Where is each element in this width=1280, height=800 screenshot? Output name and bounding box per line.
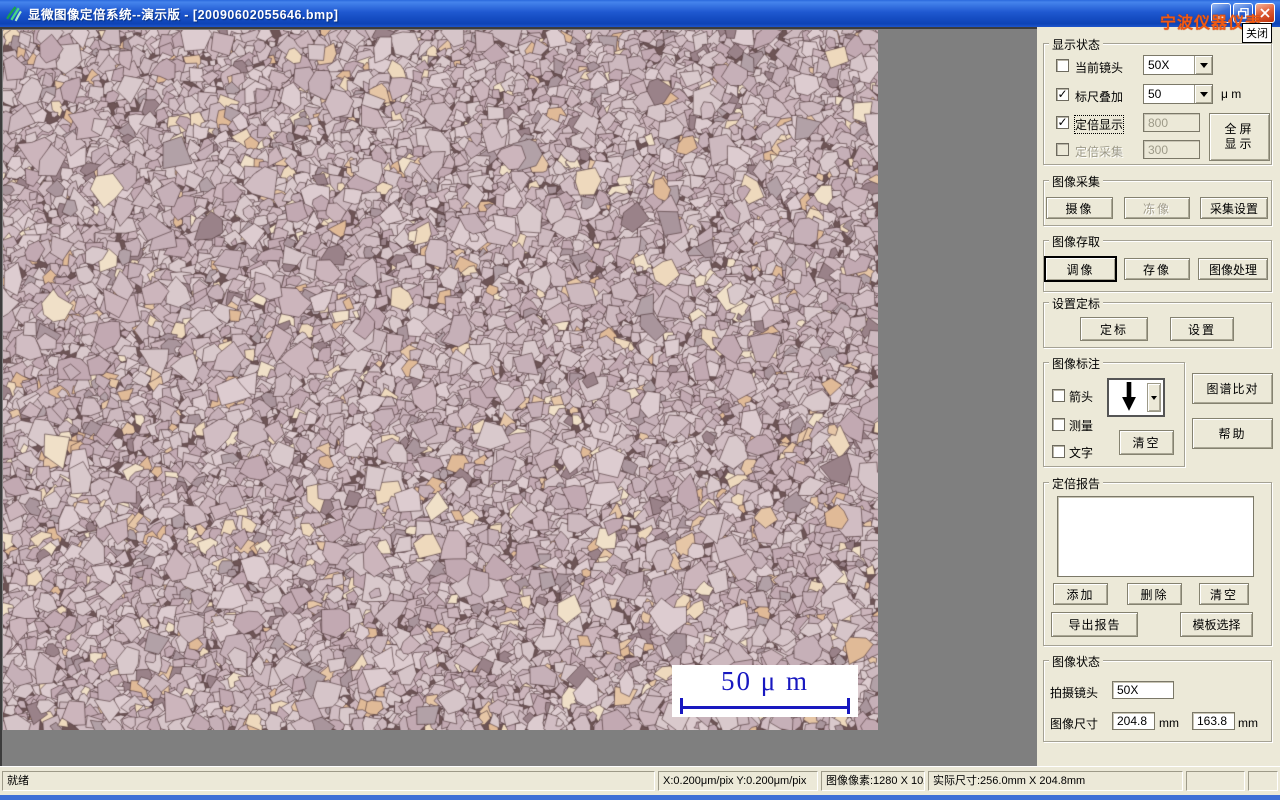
help-button[interactable]: 帮助 [1192,418,1273,449]
scale-bar-label: 50 μ m [672,666,858,697]
status-pixel-scale: X:0.200μm/pix Y:0.200μm/pix [658,771,818,791]
dropdown-arrow-icon [1200,63,1208,72]
status-bar: 就绪 X:0.200μm/pix Y:0.200μm/pix 图像像素:1280… [0,766,1280,796]
lens-used-label: 拍摄镜头 [1050,684,1098,701]
app-window: 显微图像定倍系统--演示版 - [20090602055646.bmp] 宁波仪… [0,0,1280,800]
status-spare-1 [1186,771,1245,791]
image-size-label: 图像尺寸 [1050,715,1098,732]
report-template-button[interactable]: 模板选择 [1180,612,1253,637]
ruler-value-combobox[interactable]: 50 [1143,84,1213,104]
status-ready: 就绪 [2,771,655,791]
calibrate-button[interactable]: 定标 [1080,317,1148,341]
scale-bar-tick-left [680,698,683,714]
app-icon [5,5,22,22]
fixed-capture-label: 定倍采集 [1075,143,1123,160]
ruler-overlay-checkbox[interactable] [1056,88,1069,101]
report-clear-button[interactable]: 清空 [1199,583,1249,605]
ruler-overlay-label: 标尺叠加 [1075,88,1123,105]
group-image-storage-label: 图像存取 [1049,233,1103,250]
close-tooltip: 关闭 [1242,23,1272,43]
group-display-status-label: 显示状态 [1049,36,1103,53]
measure-annotation-label: 测量 [1069,417,1093,434]
text-annotation-label: 文字 [1069,444,1093,461]
current-lens-checkbox[interactable] [1056,59,1069,72]
image-width-field: 204.8 [1112,712,1155,730]
bottom-edge-strip [0,795,1280,800]
current-lens-value: 50X [1144,56,1194,74]
down-arrow-icon [1117,382,1141,412]
image-height-field: 163.8 [1192,712,1235,730]
status-spare-2 [1248,771,1278,791]
window-title: 显微图像定倍系统--演示版 - [20090602055646.bmp] [28,4,338,23]
fullscreen-button-line2: 显示 [1224,137,1254,152]
arrow-annotation-label: 箭头 [1069,388,1093,405]
fullscreen-button[interactable]: 全屏 显示 [1209,113,1270,161]
scale-bar-overlay: 50 μ m [672,665,858,717]
dropdown-arrow-icon [1200,92,1208,101]
micrograph-image[interactable] [3,30,878,730]
lens-used-field: 50X [1112,681,1174,699]
capture-settings-button[interactable]: 采集设置 [1200,197,1268,219]
scale-bar-line [682,706,848,709]
fixed-display-label: 定倍显示 [1075,116,1123,133]
fixed-display-value-field: 800 [1143,113,1200,132]
load-image-button[interactable]: 调像 [1045,257,1116,281]
atlas-compare-button[interactable]: 图谱比对 [1192,373,1273,404]
dropdown-arrow-icon [1151,396,1157,403]
status-actual-size: 实际尺寸:256.0mm X 204.8mm [928,771,1183,791]
report-export-button[interactable]: 导出报告 [1051,612,1138,637]
save-image-button[interactable]: 存像 [1124,258,1190,280]
title-bar: 显微图像定倍系统--演示版 - [20090602055646.bmp] [0,0,1280,27]
group-image-status-label: 图像状态 [1049,653,1103,670]
image-height-unit: mm [1238,716,1258,730]
group-calibration-label: 设置定标 [1049,295,1103,312]
status-image-pixels: 图像像素:1280 X 1024 [821,771,925,791]
scale-bar-tick-right [847,698,850,714]
ruler-unit-label: μ m [1221,87,1241,101]
arrow-style-combobox[interactable] [1107,378,1165,417]
freeze-button: 冻像 [1124,197,1190,219]
group-calibration: 设置定标 [1043,302,1272,348]
fixed-capture-checkbox [1056,143,1069,156]
group-image-capture-label: 图像采集 [1049,173,1103,190]
image-width-unit: mm [1159,716,1179,730]
text-annotation-checkbox[interactable] [1052,445,1065,458]
fullscreen-button-line1: 全屏 [1224,122,1254,137]
image-process-button[interactable]: 图像处理 [1198,258,1268,280]
group-report-label: 定倍报告 [1049,475,1103,492]
report-listbox[interactable] [1057,496,1254,577]
ruler-dropdown-button[interactable] [1194,85,1212,103]
calibration-setup-button[interactable]: 设置 [1170,317,1234,341]
current-lens-combobox[interactable]: 50X [1143,55,1213,75]
report-delete-button[interactable]: 删除 [1127,583,1182,605]
ruler-value: 50 [1144,85,1194,103]
measure-annotation-checkbox[interactable] [1052,418,1065,431]
fixed-capture-value-field: 300 [1143,140,1200,159]
fixed-display-checkbox[interactable] [1056,116,1069,129]
current-lens-dropdown-button[interactable] [1194,56,1212,74]
arrow-style-dropdown-button[interactable] [1147,383,1161,412]
current-lens-label: 当前镜头 [1075,59,1123,76]
arrow-annotation-checkbox[interactable] [1052,389,1065,402]
report-add-button[interactable]: 添加 [1053,583,1108,605]
shoot-button[interactable]: 摄像 [1046,197,1113,219]
annotation-clear-button[interactable]: 清空 [1119,430,1174,455]
group-annotation-label: 图像标注 [1049,355,1103,372]
